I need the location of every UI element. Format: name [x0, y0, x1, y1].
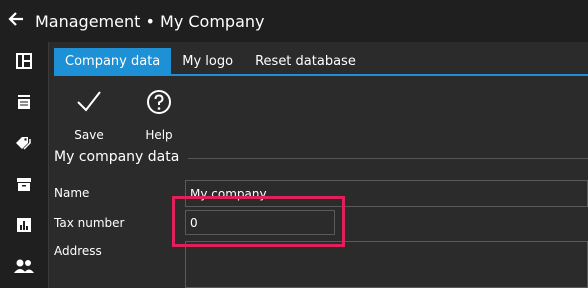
tab-my-logo[interactable]: My logo — [171, 48, 244, 74]
sidebar-item-list[interactable] — [0, 83, 48, 124]
sidebar-item-tags[interactable] — [0, 124, 48, 165]
archive-icon — [16, 176, 32, 196]
address-label: Address — [54, 244, 102, 258]
tax-number-label: Tax number — [54, 216, 125, 230]
tab-company-data[interactable]: Company data — [54, 48, 172, 74]
sidebar-item-users[interactable] — [0, 247, 48, 288]
toolbar: Save Help — [54, 88, 194, 142]
address-field[interactable] — [185, 241, 588, 288]
question-icon — [145, 88, 173, 120]
tab-label: Reset database — [255, 53, 356, 69]
help-button[interactable]: Help — [124, 88, 194, 142]
tab-underline — [54, 74, 588, 76]
section-title: My company data — [54, 149, 180, 165]
name-field[interactable] — [185, 180, 588, 207]
users-icon — [13, 258, 35, 278]
sidebar-item-layout[interactable] — [0, 42, 48, 83]
back-button[interactable] — [0, 0, 32, 42]
list-icon — [16, 94, 32, 114]
tax-number-field[interactable] — [185, 210, 335, 235]
tab-bar: Company data My logo Reset database — [54, 48, 367, 74]
bar-chart-icon — [16, 217, 32, 237]
tag-icon — [15, 135, 33, 155]
tab-label: Company data — [65, 53, 161, 69]
sidebar-item-archive[interactable] — [0, 165, 48, 206]
section-divider — [188, 158, 588, 159]
title-bar: Management • My Company — [0, 0, 588, 42]
sidebar — [0, 42, 49, 288]
help-label: Help — [145, 128, 173, 142]
layout-icon — [16, 52, 32, 73]
tab-reset-database[interactable]: Reset database — [244, 48, 367, 74]
arrow-left-icon — [8, 11, 24, 31]
name-label: Name — [54, 186, 90, 200]
tab-label: My logo — [182, 53, 234, 69]
page-title: Management • My Company — [35, 11, 265, 31]
save-button[interactable]: Save — [54, 88, 124, 142]
save-label: Save — [74, 128, 104, 142]
sidebar-item-reports[interactable] — [0, 206, 48, 247]
checkmark-icon — [75, 88, 103, 120]
